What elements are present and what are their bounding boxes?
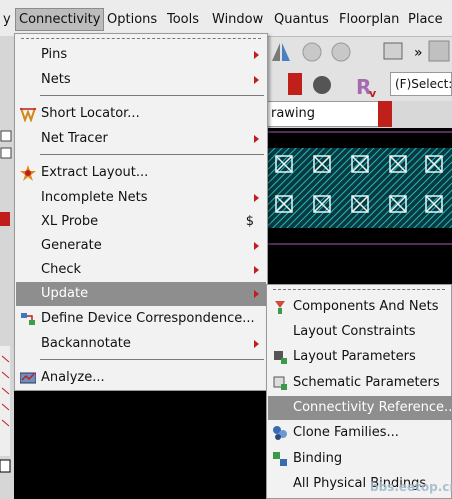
submenu-arrow-icon [254, 242, 259, 250]
menu-item-update[interactable]: Update [16, 282, 266, 306]
menu-item-analyze[interactable]: Analyze... [16, 366, 266, 390]
menu-item-define-device-correspondence[interactable]: Define Device Correspondence... [16, 307, 266, 331]
update-submenu: Components And Nets Layout Constraints L… [266, 284, 452, 499]
drawing-dropdown-arrow[interactable] [378, 101, 392, 127]
menu-item-label: Layout Constraints [293, 324, 416, 339]
menubar-item-connectivity[interactable]: Connectivity [15, 8, 105, 31]
submenu-arrow-icon [254, 290, 259, 298]
layout-parameters-icon [274, 351, 287, 364]
submenu-item-components-and-nets[interactable]: Components And Nets [268, 295, 452, 319]
submenu-arrow-icon [254, 266, 259, 274]
analyze-icon [20, 372, 36, 384]
menu-item-label: Backannotate [41, 336, 131, 351]
menu-bar: y Connectivity Options Tools Window Quan… [0, 0, 452, 37]
extract-layout-icon [20, 165, 36, 181]
short-locator-icon [20, 107, 36, 122]
menu-item-label: Pins [41, 47, 68, 62]
menu-item-label: Check [41, 262, 81, 277]
device-correspondence-icon [21, 313, 35, 325]
clone-families-icon [273, 426, 287, 440]
submenu-item-connectivity-reference[interactable]: Connectivity Reference... [268, 396, 452, 420]
menu-item-label: Schematic Parameters [293, 375, 440, 390]
svg-text:v: v [369, 87, 377, 100]
menu-item-label: Connectivity Reference... [293, 400, 452, 415]
menubar-item-tools[interactable]: Tools [164, 10, 202, 29]
submenu-arrow-icon [254, 76, 259, 84]
menu-item-extract-layout[interactable]: Extract Layout... [16, 161, 266, 185]
submenu-item-clone-families[interactable]: Clone Families... [268, 421, 452, 445]
menu-item-label: Analyze... [41, 370, 105, 385]
menubar-item-window[interactable]: Window [209, 10, 266, 29]
submenu-arrow-icon [254, 51, 259, 59]
menu-item-label: Layout Parameters [293, 349, 416, 364]
menu-separator [40, 359, 264, 360]
menu-item-label: Generate [41, 238, 102, 253]
submenu-item-binding[interactable]: Binding [268, 447, 452, 471]
select-count-field[interactable]: (F)Select:0 [390, 72, 452, 96]
menu-item-generate[interactable]: Generate [16, 234, 266, 258]
menu-separator [40, 95, 264, 96]
menu-item-label: Components And Nets [293, 299, 439, 314]
submenu-arrow-icon [254, 340, 259, 348]
menu-item-label: Extract Layout... [41, 165, 149, 180]
svg-text:»: » [414, 45, 423, 61]
menu-item-pins[interactable]: Pins [16, 43, 266, 67]
menu-item-nets[interactable]: Nets [16, 68, 266, 92]
schematic-parameters-icon [273, 376, 287, 390]
menu-item-label: Update [41, 286, 89, 301]
drawing-dropdown[interactable]: rawing [266, 101, 386, 127]
submenu-arrow-icon [254, 135, 259, 143]
tearoff-line [21, 38, 261, 39]
menu-item-shortcut: $ [245, 214, 254, 229]
menubar-item-place[interactable]: Place [405, 10, 446, 29]
menu-separator [40, 154, 264, 155]
menu-item-incomplete-nets[interactable]: Incomplete Nets [16, 186, 266, 210]
menu-item-backannotate[interactable]: Backannotate [16, 332, 266, 356]
menu-item-check[interactable]: Check [16, 258, 266, 282]
left-tool-strip [0, 36, 15, 499]
submenu-item-schematic-parameters[interactable]: Schematic Parameters [268, 371, 452, 395]
submenu-item-layout-parameters[interactable]: Layout Parameters [268, 345, 452, 369]
menu-item-label: Clone Families... [293, 425, 399, 440]
tearoff-line [273, 289, 445, 290]
menu-item-label: Short Locator... [41, 106, 140, 121]
watermark: bbs.eetop.cn [370, 480, 452, 494]
submenu-item-layout-constraints[interactable]: Layout Constraints [268, 320, 452, 344]
menubar-item-options[interactable]: Options [104, 10, 160, 29]
menu-item-net-tracer[interactable]: Net Tracer [16, 127, 266, 151]
menu-item-label: Binding [293, 451, 343, 466]
menubar-item-partial[interactable]: y [0, 10, 14, 29]
connectivity-menu: Pins Nets Short Locator... Net Tracer Ex… [14, 33, 268, 391]
menu-item-label: Net Tracer [41, 131, 108, 146]
menu-item-label: Incomplete Nets [41, 190, 148, 205]
submenu-arrow-icon [254, 194, 259, 202]
menu-item-label: Define Device Correspondence... [41, 311, 255, 326]
binding-icon [273, 452, 287, 466]
menu-item-short-locator[interactable]: Short Locator... [16, 102, 266, 126]
canvas-background [14, 390, 266, 499]
menubar-item-quantus[interactable]: Quantus [271, 10, 332, 29]
menu-item-xl-probe[interactable]: XL Probe $ [16, 210, 266, 234]
menu-item-label: Nets [41, 72, 71, 87]
drawing-dropdown-value: rawing [271, 106, 316, 121]
components-nets-icon [275, 301, 285, 314]
menu-item-label: XL Probe [41, 214, 99, 229]
menubar-item-floorplan[interactable]: Floorplan [336, 10, 402, 29]
